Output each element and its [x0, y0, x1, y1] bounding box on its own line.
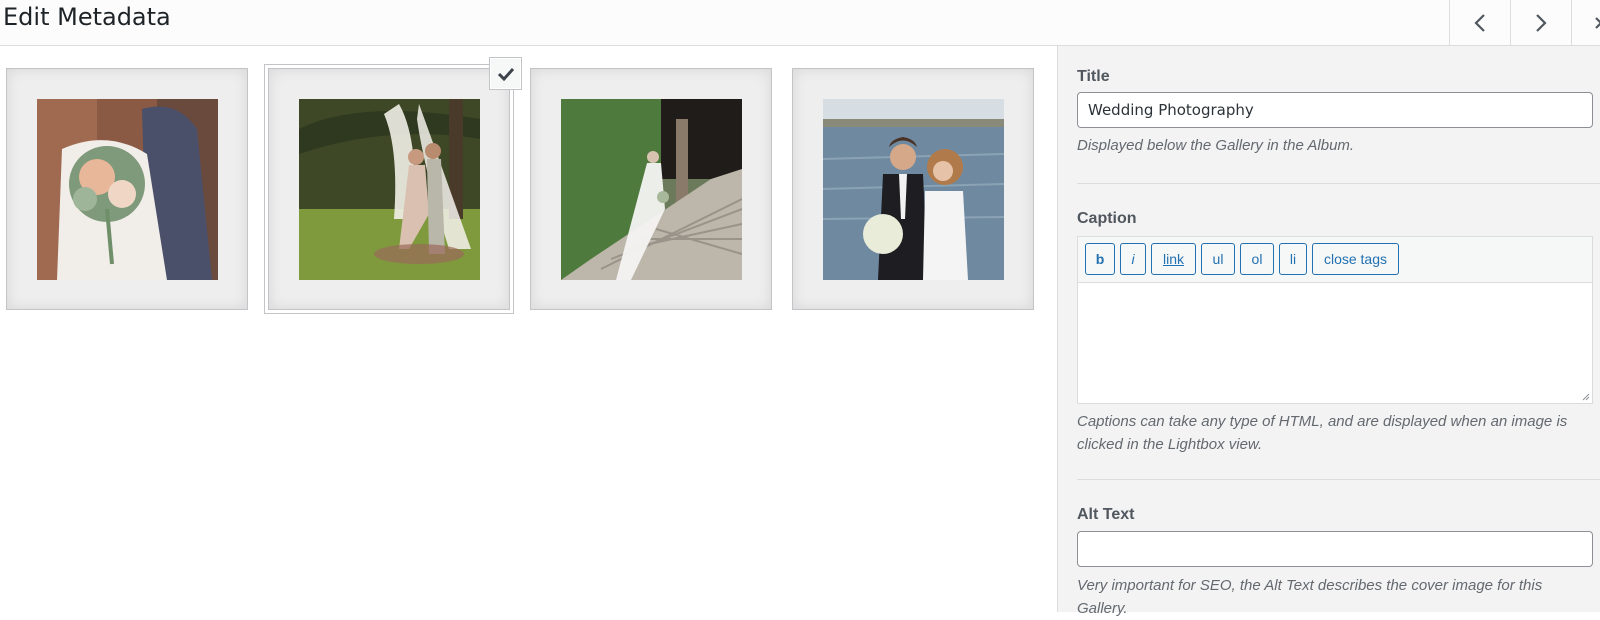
ordered-list-button[interactable]: ol	[1240, 243, 1274, 275]
italic-button[interactable]: i	[1120, 243, 1146, 275]
close-tags-button[interactable]: close tags	[1312, 243, 1399, 275]
metadata-sidebar: Title Wedding Photography Displayed belo…	[1057, 46, 1600, 617]
title-label: Title	[1077, 68, 1110, 85]
title-input[interactable]: Wedding Photography	[1077, 92, 1593, 128]
chevron-left-icon	[1474, 14, 1485, 32]
gallery-image	[561, 99, 742, 280]
chevron-right-icon	[1536, 14, 1547, 32]
close-button[interactable]	[1571, 0, 1600, 46]
divider	[1077, 183, 1600, 184]
gallery-image	[299, 99, 480, 280]
caption-description: Captions can take any type of HTML, and …	[1077, 413, 1568, 453]
caption-toolbar: b i link ul ol li close tags	[1077, 236, 1593, 282]
alt-text-label: Alt Text	[1077, 506, 1135, 523]
divider	[1077, 479, 1600, 480]
gallery-thumbnail[interactable]	[530, 68, 772, 310]
close-icon	[1595, 17, 1600, 29]
gallery-image	[823, 99, 1004, 280]
next-button[interactable]	[1510, 0, 1571, 46]
link-button[interactable]: link	[1151, 243, 1196, 275]
checkmark-icon	[497, 67, 514, 81]
title-description: Displayed below the Gallery in the Album…	[1077, 137, 1355, 154]
bold-button[interactable]: b	[1085, 243, 1115, 275]
gallery-thumbnail-selected[interactable]	[264, 64, 514, 314]
list-item-button[interactable]: li	[1279, 243, 1307, 275]
modal-header: Edit Metadata	[0, 0, 1600, 46]
previous-button[interactable]	[1449, 0, 1510, 46]
caption-textarea[interactable]	[1077, 282, 1593, 404]
gallery-image	[37, 99, 218, 280]
selected-checkmark-button[interactable]	[489, 57, 522, 90]
caption-label: Caption	[1077, 210, 1137, 227]
gallery-thumbnail[interactable]	[6, 68, 248, 310]
alt-text-description: Very important for SEO, the Alt Text des…	[1077, 577, 1543, 617]
resize-handle-icon[interactable]	[1580, 391, 1590, 401]
gallery-thumbnail[interactable]	[792, 68, 1034, 310]
image-gallery	[0, 46, 1057, 612]
page-title: Edit Metadata	[3, 3, 171, 31]
unordered-list-button[interactable]: ul	[1201, 243, 1235, 275]
alt-text-input[interactable]	[1077, 531, 1593, 567]
